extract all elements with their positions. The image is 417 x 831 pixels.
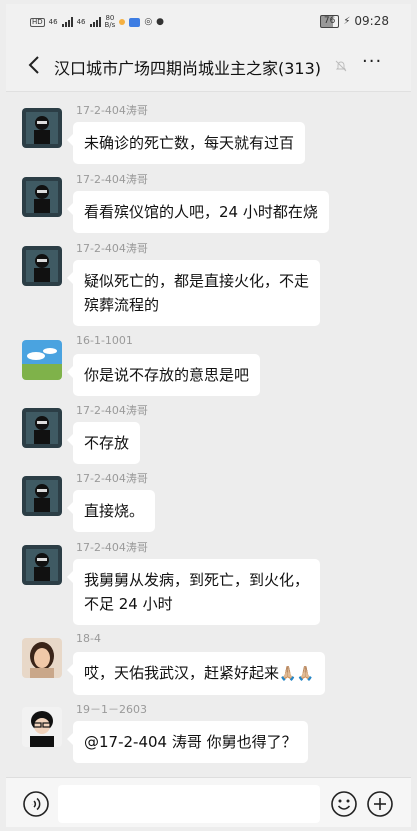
message-text-line-1: 疑似死亡的，都是直接火化，不走 xyxy=(84,272,310,290)
status-bar-left: HD 46 46 80 B/s ◎ ● xyxy=(30,15,164,29)
message-bubble[interactable]: 未确诊的死亡数，每天就有过百 xyxy=(66,122,306,164)
message-text: 直接烧。 xyxy=(84,502,145,520)
avatar-dark-figure[interactable] xyxy=(22,408,62,448)
sender-name: 17-2-404涛哥 xyxy=(76,242,148,255)
message-text: 未确诊的死亡数，每天就有过百 xyxy=(84,134,295,152)
sender-name: 17-2-404涛哥 xyxy=(76,472,148,485)
sender-name: 17-2-404涛哥 xyxy=(76,173,148,186)
sim2-label: 46 xyxy=(76,18,86,26)
chat-title: 汉口城市广场四期尚城业主之家(313) xyxy=(54,59,322,78)
phone-screen: HD 46 46 80 B/s ◎ ● 76 ⚡ 09:28 汉口城市广场四期尚… xyxy=(6,4,411,827)
sim1-label: 46 xyxy=(48,18,58,26)
back-arrow-icon[interactable] xyxy=(24,50,46,80)
avatar-dark-figure[interactable] xyxy=(22,246,62,286)
message-text: @17-2-404 涛哥 你舅也得了？ xyxy=(84,733,297,751)
voice-input-icon[interactable] xyxy=(22,790,50,818)
sender-name: 17-2-404涛哥 xyxy=(76,541,148,554)
message-input[interactable] xyxy=(58,785,320,823)
message-text-content: 哎，天佑我武汉，赶紧好起来 xyxy=(84,664,280,682)
plus-icon[interactable] xyxy=(366,790,394,818)
avatar-dark-figure[interactable] xyxy=(22,476,62,516)
input-bar xyxy=(6,777,411,827)
avatar-glasses-person[interactable] xyxy=(22,707,62,747)
hd-badge: HD xyxy=(30,17,45,27)
network-speed-unit: B/s xyxy=(104,21,116,29)
sender-name: 17-2-404涛哥 xyxy=(76,104,148,117)
message-bubble[interactable]: 我舅舅从发病，到死亡，到火化， 不足 24 小时 xyxy=(66,559,321,625)
avatar-dark-figure[interactable] xyxy=(22,108,62,148)
message-text: 哎，天佑我武汉，赶紧好起来🙏🏼🙏🏼 xyxy=(84,661,314,686)
avatar-dark-figure[interactable] xyxy=(22,545,62,585)
signal-icon-2 xyxy=(89,17,101,27)
avatar-dark-figure[interactable] xyxy=(22,177,62,217)
chat-header: 汉口城市广场四期尚城业主之家(313) ··· xyxy=(6,38,411,92)
avatar-woman[interactable] xyxy=(22,638,62,678)
message-text-line-1: 我舅舅从发病，到死亡，到火化， xyxy=(84,571,310,589)
notification-dot-icon xyxy=(119,19,126,25)
network-speed: 80 B/s xyxy=(105,15,116,29)
battery-icon: 76 xyxy=(319,14,340,28)
app-notification-icon xyxy=(129,17,141,27)
message-text: 你是说不存放的意思是吧 xyxy=(84,366,250,384)
message-bubble[interactable]: 哎，天佑我武汉，赶紧好起来🙏🏼🙏🏼 xyxy=(67,652,325,695)
message-bubble[interactable]: @17-2-404 涛哥 你舅也得了？ xyxy=(67,721,308,763)
eye-icon: ◎ xyxy=(144,17,153,27)
message-text-line-2: 殡葬流程的 xyxy=(84,296,160,314)
more-options-icon[interactable]: ··· xyxy=(362,53,386,72)
sender-name: 16-1-1001 xyxy=(76,334,133,347)
message-text: 不存放 xyxy=(84,434,130,452)
message-text-line-2: 不足 24 小时 xyxy=(84,595,173,613)
clock: 09:28 xyxy=(354,14,389,28)
message-bubble[interactable]: 不存放 xyxy=(66,422,141,464)
status-bar-right: 76 ⚡ 09:28 xyxy=(319,14,389,28)
charging-icon: ⚡ xyxy=(343,15,351,27)
avatar-landscape[interactable] xyxy=(22,340,62,380)
message-bubble[interactable]: 看看殡仪馆的人吧，24 小时都在烧 xyxy=(67,191,329,233)
sender-name: 19－1－2603 xyxy=(76,703,147,716)
status-bar: HD 46 46 80 B/s ◎ ● 76 ⚡ 09:28 xyxy=(6,4,411,38)
mute-bell-icon xyxy=(335,60,347,72)
message-bubble[interactable]: 直接烧。 xyxy=(66,490,156,532)
chat-notification-icon: ● xyxy=(156,17,165,27)
message-bubble[interactable]: 你是说不存放的意思是吧 xyxy=(66,354,261,396)
message-bubble[interactable]: 疑似死亡的，都是直接火化，不走 殡葬流程的 xyxy=(66,260,321,326)
emoji-icon[interactable] xyxy=(330,790,358,818)
sender-name: 18-4 xyxy=(76,632,101,645)
message-text: 看看殡仪馆的人吧，24 小时都在烧 xyxy=(84,203,318,221)
praying-hands-icon: 🙏🏼🙏🏼 xyxy=(279,666,314,682)
sender-name: 17-2-404涛哥 xyxy=(76,404,148,417)
signal-icon xyxy=(61,17,73,27)
